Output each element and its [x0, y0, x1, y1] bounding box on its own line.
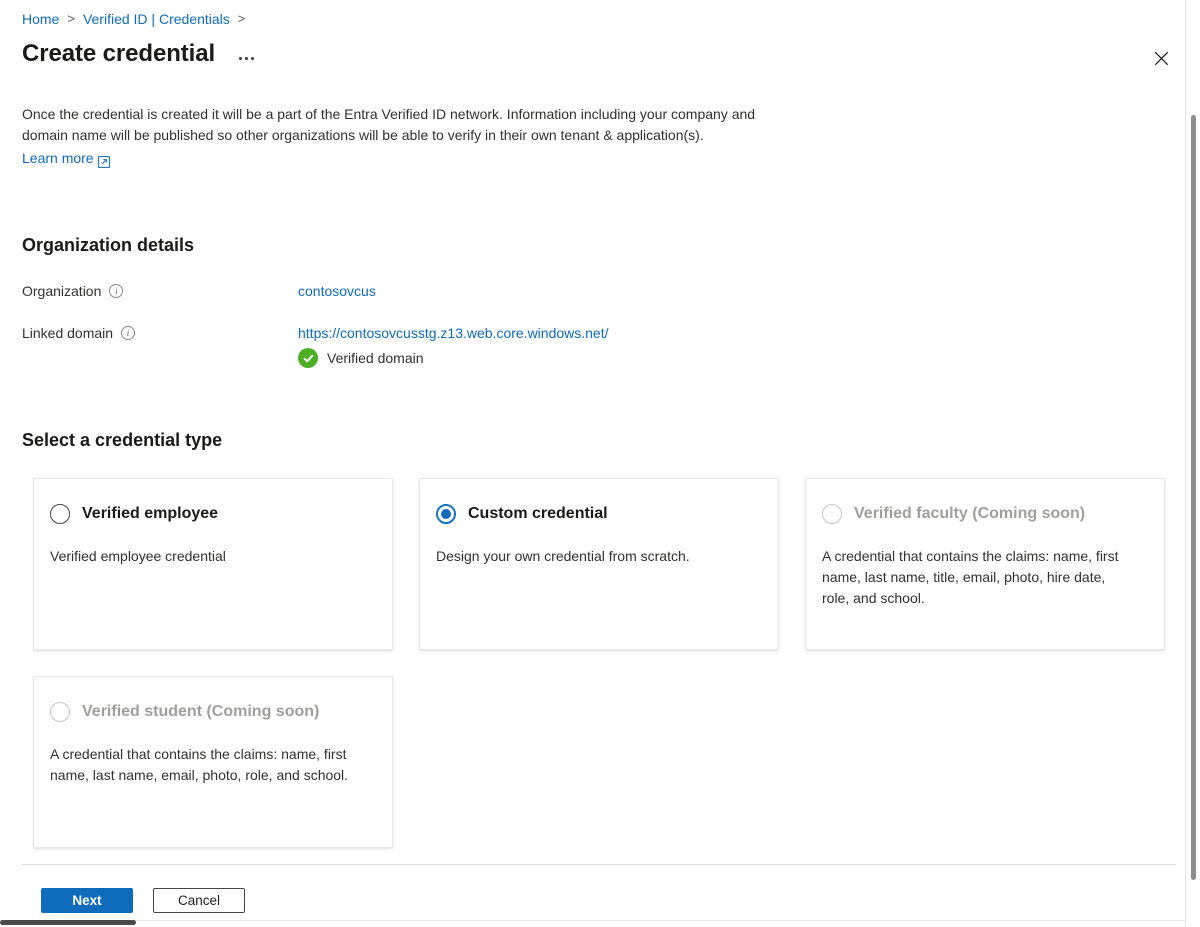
- more-options-icon[interactable]: [233, 48, 259, 68]
- linked-domain-link[interactable]: https://contosovcusstg.z13.web.core.wind…: [298, 325, 609, 341]
- close-icon[interactable]: [1147, 44, 1175, 72]
- linked-domain-value: https://contosovcusstg.z13.web.core.wind…: [298, 323, 609, 368]
- radio-verified-student: [50, 702, 70, 722]
- horizontal-scrollbar-track[interactable]: [0, 920, 1185, 927]
- credential-card-description: A credential that contains the claims: n…: [822, 548, 1119, 606]
- verified-domain-label: Verified domain: [327, 350, 424, 366]
- breadcrumb: Home > Verified ID | Credentials >: [22, 10, 253, 28]
- breadcrumb-item-home[interactable]: Home: [22, 10, 59, 28]
- horizontal-scrollbar-thumb[interactable]: [0, 920, 136, 925]
- ellipsis-dot-3: [250, 56, 254, 60]
- external-link-icon: [97, 153, 110, 168]
- card-head: Verified faculty (Coming soon): [822, 503, 1146, 525]
- footer-divider: [22, 864, 1176, 865]
- vertical-scrollbar-track[interactable]: [1185, 0, 1200, 927]
- linked-domain-row: Linked domain i https://contosovcusstg.z…: [22, 323, 609, 368]
- learn-more-label: Learn more: [22, 150, 94, 166]
- radio-verified-employee[interactable]: [50, 504, 70, 524]
- info-icon[interactable]: i: [109, 284, 124, 298]
- radio-verified-faculty: [822, 504, 842, 524]
- verified-domain-status: Verified domain: [298, 348, 609, 368]
- select-credential-type-heading: Select a credential type: [22, 430, 223, 450]
- radio-custom-credential[interactable]: [436, 504, 456, 524]
- credential-card-title: Custom credential: [468, 505, 608, 522]
- vertical-scrollbar-thumb[interactable]: [1191, 115, 1196, 880]
- organization-details-heading: Organization details: [22, 235, 195, 255]
- intro-paragraph: Once the credential is created it will b…: [22, 106, 756, 143]
- organization-link[interactable]: contosovcus: [298, 283, 376, 299]
- organization-label: Organization: [22, 283, 102, 299]
- ellipsis-dot-2: [244, 56, 248, 60]
- next-button[interactable]: Next: [41, 888, 133, 913]
- credential-card-title: Verified student (Coming soon): [82, 703, 320, 720]
- credential-card-description: Design your own credential from scratch.: [436, 548, 690, 564]
- footer-actions: Next Cancel: [41, 888, 245, 913]
- credential-card-verified-faculty: Verified faculty (Coming soon) A credent…: [805, 478, 1165, 650]
- credential-card-custom-credential[interactable]: Custom credential Design your own creden…: [419, 478, 779, 650]
- intro-block: Once the credential is created it will b…: [22, 104, 792, 169]
- credential-card-verified-employee[interactable]: Verified employee Verified employee cred…: [33, 478, 393, 650]
- card-head: Verified student (Coming soon): [50, 701, 374, 723]
- breadcrumb-separator-icon: >: [67, 11, 75, 26]
- card-head: Verified employee: [50, 503, 374, 525]
- cancel-button[interactable]: Cancel: [153, 888, 245, 913]
- page-title: Create credential: [22, 40, 216, 67]
- credential-card-description: A credential that contains the claims: n…: [50, 746, 349, 783]
- card-head: Custom credential: [436, 503, 760, 525]
- organization-row: Organization i contosovcus: [22, 281, 376, 301]
- linked-domain-label: Linked domain: [22, 325, 114, 341]
- breadcrumb-separator-icon-2: >: [237, 11, 246, 26]
- title-row: Create credential: [22, 38, 259, 70]
- linked-domain-label-group: Linked domain i: [22, 323, 298, 343]
- credential-card-title: Verified employee: [82, 505, 219, 522]
- credential-card-verified-student: Verified student (Coming soon) A credent…: [33, 676, 393, 848]
- ellipsis-dot-1: [238, 56, 242, 60]
- learn-more-link[interactable]: Learn more: [22, 148, 110, 169]
- organization-value: contosovcus: [298, 281, 376, 301]
- credential-type-card-grid: Verified employee Verified employee cred…: [33, 478, 1166, 848]
- info-icon-linked-domain[interactable]: i: [121, 326, 136, 340]
- check-circle-icon: [298, 348, 318, 368]
- credential-card-description: Verified employee credential: [50, 548, 226, 564]
- create-credential-blade: Home > Verified ID | Credentials > Creat…: [0, 0, 1200, 927]
- breadcrumb-item-verified-id-credentials[interactable]: Verified ID | Credentials: [83, 10, 230, 28]
- credential-card-title: Verified faculty (Coming soon): [854, 505, 1086, 522]
- organization-label-group: Organization i: [22, 281, 298, 301]
